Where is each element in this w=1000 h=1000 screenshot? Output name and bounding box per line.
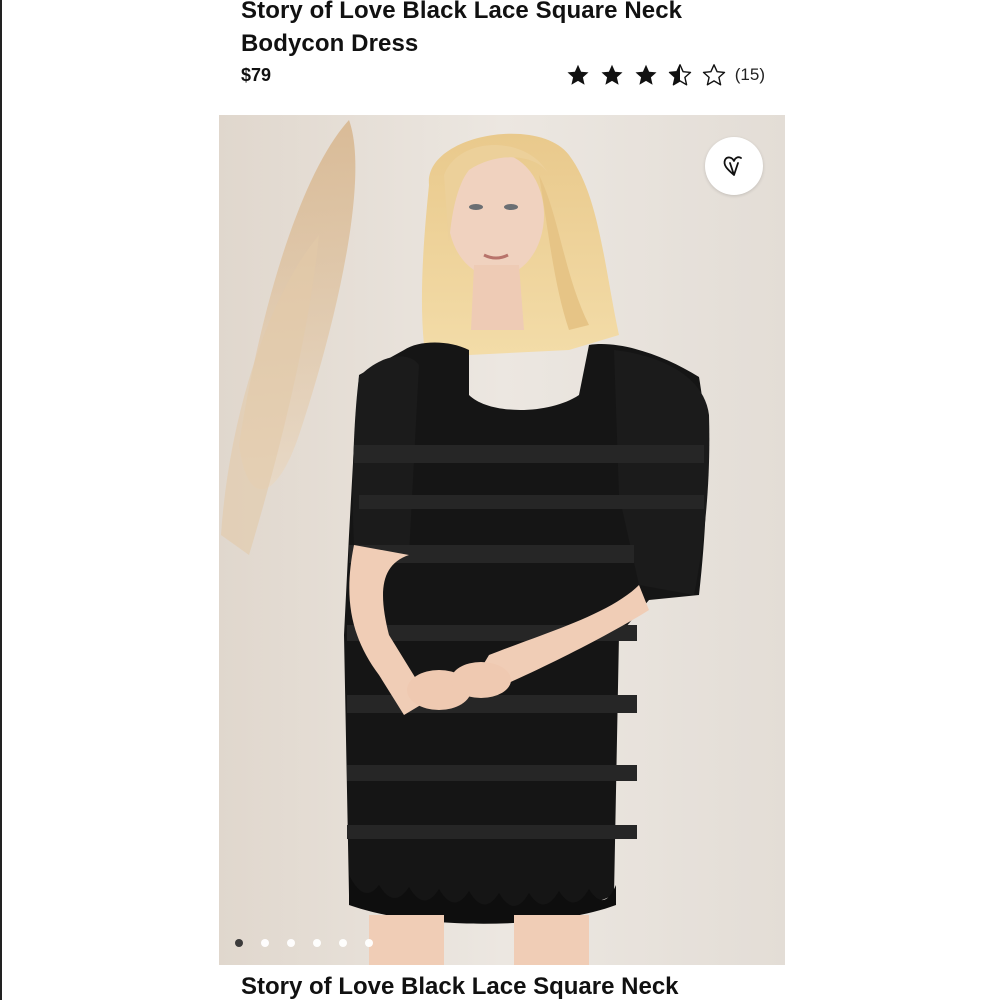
product-meta-row: $79 (15) [241,60,765,90]
heart-icon [723,156,742,176]
review-count[interactable]: (15) [735,65,765,85]
product-price: $79 [241,64,272,85]
star-full-icon [595,61,629,89]
left-border [0,0,2,1000]
gallery-dot[interactable] [287,939,295,947]
gallery-dot[interactable] [339,939,347,947]
gallery-dot[interactable] [261,939,269,947]
product-title-line-1: Story of Love Black Lace Square Neck [241,0,683,24]
gallery-dot[interactable] [365,939,373,947]
product-image-gallery[interactable] [219,115,785,965]
star-empty-icon [697,61,731,89]
product-title: Story of Love Black Lace Square Neck Bod… [241,0,786,60]
star-full-icon [629,61,663,89]
rating-stars[interactable]: (15) [561,61,765,89]
next-product-title: Story of Love Black Lace Square Neck [241,973,679,1000]
gallery-dot[interactable] [235,939,243,947]
star-full-icon [561,61,595,89]
product-header: Story of Love Black Lace Square Neck Bod… [241,0,786,60]
gallery-pagination [235,939,373,947]
star-half-icon [663,61,697,89]
product-photo [219,115,785,965]
gallery-dot[interactable] [313,939,321,947]
favorite-button[interactable] [705,137,763,195]
product-title-line-2: Bodycon Dress [241,30,419,57]
